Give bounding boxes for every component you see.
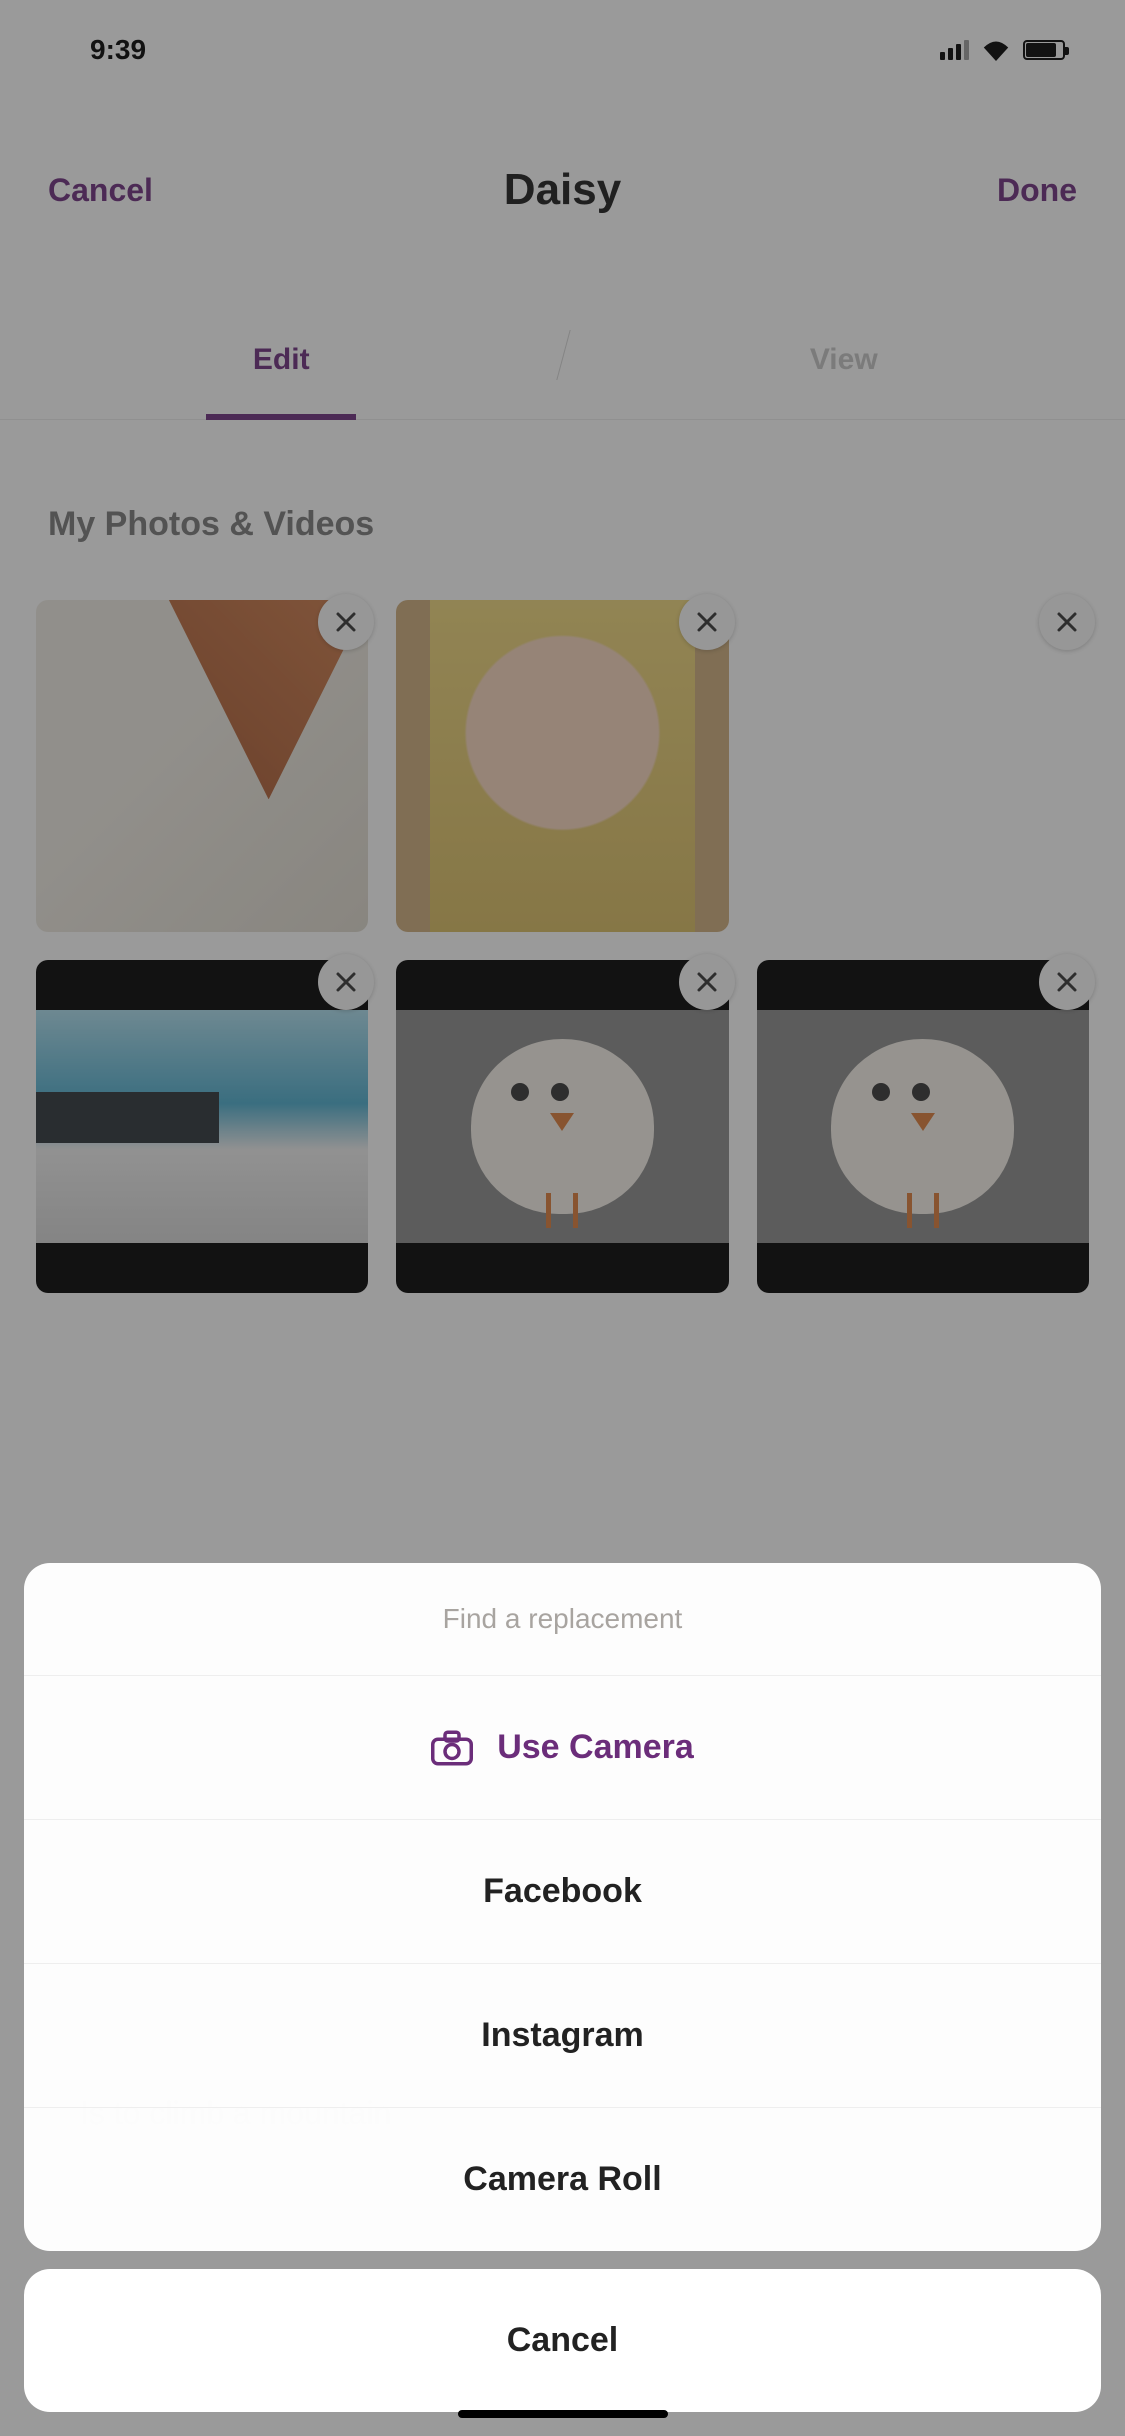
use-camera-label: Use Camera: [497, 1728, 694, 1767]
action-sheet: Find a replacement Use Camera Facebook I…: [24, 1563, 1101, 2412]
instagram-button[interactable]: Instagram: [24, 1964, 1101, 2108]
camera-icon: [431, 1730, 473, 1766]
home-indicator[interactable]: [458, 2410, 668, 2418]
facebook-label: Facebook: [483, 1872, 642, 1911]
screen-root: 9:39 Cancel Daisy Done Edit View My Phot…: [0, 0, 1125, 2436]
camera-roll-label: Camera Roll: [463, 2160, 661, 2199]
use-camera-button[interactable]: Use Camera: [24, 1676, 1101, 1820]
sheet-cancel-label: Cancel: [507, 2321, 619, 2359]
action-sheet-title: Find a replacement: [24, 1563, 1101, 1676]
sheet-cancel-button[interactable]: Cancel: [24, 2269, 1101, 2412]
camera-roll-button[interactable]: Camera Roll: [24, 2108, 1101, 2251]
instagram-label: Instagram: [481, 2016, 644, 2055]
action-sheet-group: Find a replacement Use Camera Facebook I…: [24, 1563, 1101, 2251]
facebook-button[interactable]: Facebook: [24, 1820, 1101, 1964]
